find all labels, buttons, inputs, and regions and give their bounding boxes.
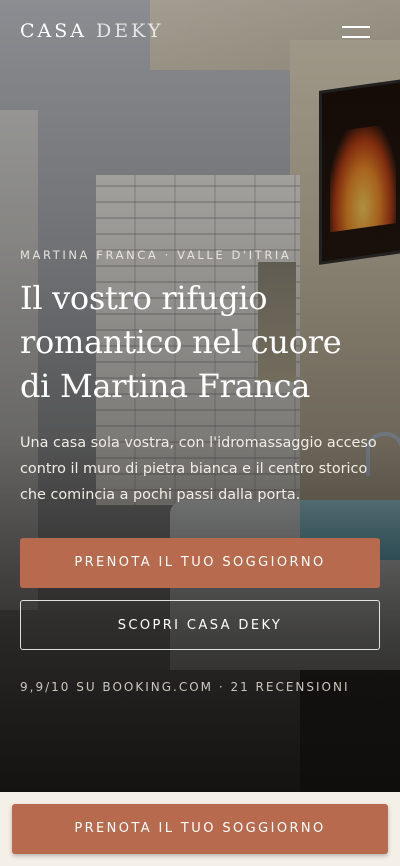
hamburger-icon [342, 26, 370, 28]
discover-casa-deky-button[interactable]: SCOPRI CASA DEKY [20, 600, 380, 650]
hero-description: Una casa sola vostra, con l'idromassaggi… [20, 435, 377, 503]
sticky-book-stay-button[interactable]: PRENOTA IL TUO SOGGIORNO [12, 804, 388, 854]
brand-logo[interactable]: CASA DEKY [20, 20, 163, 42]
top-navigation: CASA DEKY [0, 0, 400, 66]
brand-name-second: DEKY [96, 20, 164, 42]
hero-headline: Il vostro rifugio romantico nel cuore di… [20, 279, 342, 405]
brand-name-first: CASA [20, 20, 87, 42]
hero-section: CASA DEKY MARTINA FRANCA · VALLE D'ITRIA… [0, 0, 400, 792]
menu-button[interactable] [342, 22, 370, 44]
booking-rating: 9,9/10 SU BOOKING.COM · 21 RECENSIONI [20, 680, 350, 694]
sticky-booking-bar: PRENOTA IL TUO SOGGIORNO [0, 792, 400, 866]
hamburger-icon-line [342, 36, 370, 38]
hero-content: MARTINA FRANCA · VALLE D'ITRIA Il vostro… [20, 248, 380, 694]
location-eyebrow: MARTINA FRANCA · VALLE D'ITRIA [20, 248, 292, 262]
book-stay-button[interactable]: PRENOTA IL TUO SOGGIORNO [20, 538, 380, 588]
